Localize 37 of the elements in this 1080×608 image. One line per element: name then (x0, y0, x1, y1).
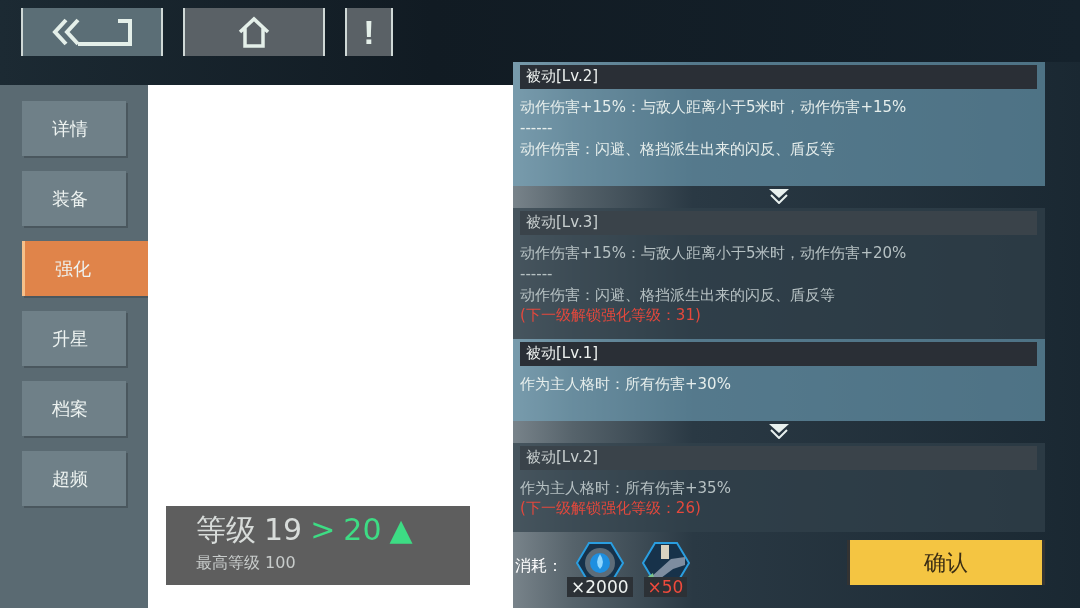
back-button[interactable] (21, 8, 163, 56)
max-level-text: 最高等级 100 (196, 553, 297, 574)
level-label: 等级 (196, 511, 256, 549)
back-icon (52, 17, 132, 47)
down-arrow-icon (768, 188, 790, 204)
sidebar-tab[interactable]: 升星 (22, 311, 126, 366)
skill-text: 作为主人格时：所有伤害+30% (520, 374, 732, 395)
skill-text: 作为主人格时：所有伤害+35% (520, 478, 732, 499)
level-arrow: > (310, 512, 336, 547)
skill-text: ------ (520, 118, 554, 139)
sidebar-tab[interactable]: 详情 (22, 101, 126, 156)
skill-text: ------ (520, 264, 554, 285)
unlock-text: (下一级解锁强化等级：31) (520, 306, 702, 325)
sidebar-tab[interactable]: 强化 (22, 241, 148, 296)
unlock-text: (下一级解锁强化等级：26) (520, 499, 702, 518)
alert-button[interactable]: ! (345, 8, 393, 56)
up-icon: ▲ (389, 512, 413, 547)
skill-text: 动作伤害：闪避、格挡派生出来的闪反、盾反等 (520, 285, 836, 306)
down-arrow-icon (768, 423, 790, 439)
sidebar-tab[interactable]: 装备 (22, 171, 126, 226)
item-count: ×50 (643, 577, 688, 597)
sidebar-tab[interactable]: 档案 (22, 381, 126, 436)
skill-title: 被动[Lv.1] (520, 342, 1037, 366)
level-current: 19 (264, 512, 303, 547)
skill-title: 被动[Lv.2] (520, 446, 1037, 470)
confirm-button[interactable]: 确认 (847, 540, 1045, 585)
skill-title: 被动[Lv.3] (520, 211, 1037, 235)
skill-text: 动作伤害：闪避、格挡派生出来的闪反、盾反等 (520, 139, 836, 160)
item-count: ×2000 (567, 577, 633, 597)
home-button[interactable] (183, 8, 325, 56)
sidebar-tab[interactable]: 超频 (22, 451, 126, 506)
level-next: 20 (343, 512, 382, 547)
cost-label: 消耗： (515, 556, 563, 577)
skill-text: 动作伤害+15%：与敌人距离小于5米时，动作伤害+15% (520, 97, 908, 118)
home-icon (237, 16, 271, 48)
skill-title: 被动[Lv.2] (520, 65, 1037, 89)
skill-text: 动作伤害+15%：与敌人距离小于5米时，动作伤害+20% (520, 243, 908, 264)
